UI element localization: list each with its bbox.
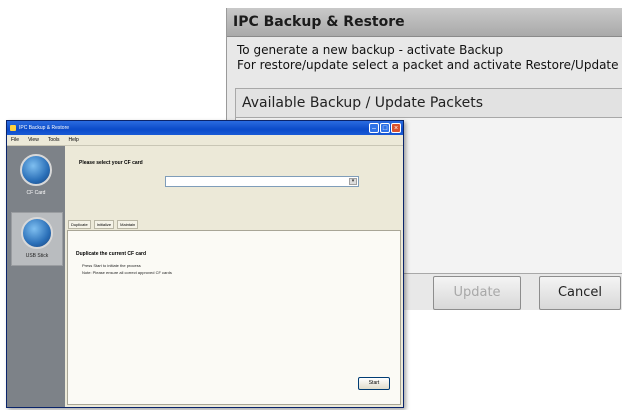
dialog-titlebar: IPC Backup & Restore – □ × [7, 121, 403, 135]
menu-tools[interactable]: Tools [48, 135, 60, 145]
cf-card-prompt: Please select your CF card [79, 160, 143, 166]
duplicate-group: Duplicate the current CF card Press Star… [67, 230, 401, 405]
tab-duplicate[interactable]: Duplicate [68, 220, 91, 229]
sidebar: CF Card USB Stick [7, 146, 65, 407]
instruction-backup: To generate a new backup - activate Back… [237, 43, 504, 57]
cf-card-icon [20, 154, 52, 186]
group-instruction: Press Start to initiate the process [82, 263, 141, 268]
cf-card-select[interactable]: ▾ [165, 176, 359, 187]
window-title: IPC Backup & Restore [227, 8, 622, 37]
menu-help[interactable]: Help [69, 135, 79, 145]
tab-initialize[interactable]: Initialize [93, 220, 115, 229]
sidebar-item-usb-stick[interactable]: USB Stick [11, 212, 63, 266]
sidebar-item-cf-card[interactable]: CF Card [11, 150, 61, 202]
cancel-button[interactable]: Cancel [539, 276, 621, 310]
group-title: Duplicate the current CF card [76, 251, 147, 257]
chevron-down-icon[interactable]: ▾ [349, 178, 357, 185]
menu-bar: File View Tools Help [7, 135, 403, 146]
maximize-icon[interactable]: □ [380, 123, 390, 133]
window-controls: – □ × [369, 123, 401, 133]
sidebar-item-label: CF Card [26, 190, 46, 196]
menu-view[interactable]: View [28, 135, 39, 145]
tab-maintain[interactable]: Maintain [117, 220, 139, 229]
app-icon [10, 125, 16, 131]
update-button[interactable]: Update [433, 276, 521, 310]
sidebar-item-label: USB Stick [25, 253, 49, 259]
usb-stick-icon [21, 217, 53, 249]
instruction-restore: For restore/update select a packet and a… [237, 58, 619, 72]
operation-tabs: Duplicate Initialize Maintain [68, 220, 139, 229]
dialog-title: IPC Backup & Restore [19, 125, 70, 131]
minimize-icon[interactable]: – [369, 123, 379, 133]
cf-card-dialog: IPC Backup & Restore – □ × File View Too… [6, 120, 404, 408]
group-note: Note: Please ensure all correct approved… [82, 270, 172, 275]
close-icon[interactable]: × [391, 123, 401, 133]
dialog-content: Please select your CF card ▾ Duplicate I… [65, 146, 403, 407]
menu-file[interactable]: File [11, 135, 19, 145]
packets-list-header: Available Backup / Update Packets [236, 89, 622, 118]
start-button[interactable]: Start [358, 377, 390, 390]
